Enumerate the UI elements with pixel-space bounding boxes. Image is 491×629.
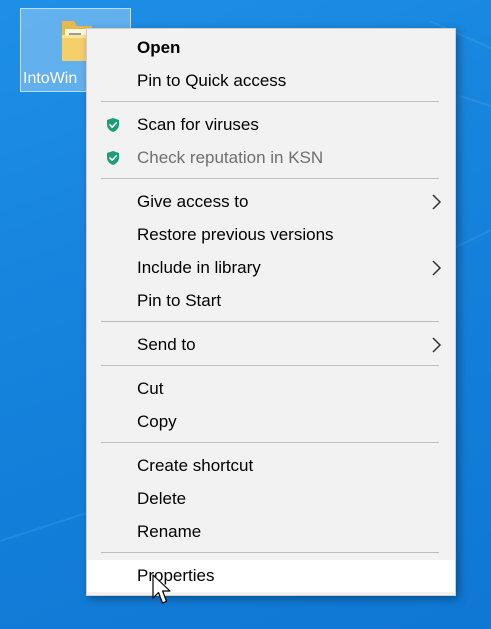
context-menu: Open Pin to Quick access Scan for viruse…	[86, 28, 456, 596]
mouse-pointer-icon	[152, 574, 171, 604]
menu-separator	[101, 101, 439, 102]
menu-item-label: Restore previous versions	[137, 225, 334, 244]
menu-item-send-to[interactable]: Send to	[87, 329, 455, 361]
menu-separator	[101, 321, 439, 322]
menu-item-properties[interactable]: Properties	[87, 560, 455, 592]
menu-item-scan-for-viruses[interactable]: Scan for viruses	[87, 109, 455, 141]
menu-item-check-reputation-in-ksn[interactable]: Check reputation in KSN	[87, 142, 455, 174]
menu-item-label: Give access to	[137, 192, 249, 211]
menu-item-create-shortcut[interactable]: Create shortcut	[87, 450, 455, 482]
chevron-right-icon	[432, 260, 442, 276]
chevron-right-icon	[432, 337, 442, 353]
menu-item-label: Include in library	[137, 258, 261, 277]
menu-item-label: Delete	[137, 489, 187, 508]
desktop-background[interactable]: IntoWin Open Pin to Quick access Scan fo…	[0, 0, 491, 629]
menu-item-label: Open	[137, 38, 181, 57]
menu-item-label: Pin to Quick access	[137, 71, 287, 90]
menu-item-rename[interactable]: Rename	[87, 516, 455, 548]
menu-item-label: Pin to Start	[137, 291, 222, 310]
menu-item-open[interactable]: Open	[87, 32, 455, 64]
menu-separator	[101, 442, 439, 443]
menu-item-pin-to-start[interactable]: Pin to Start	[87, 285, 455, 317]
menu-item-label: Properties	[137, 566, 215, 585]
menu-item-label: Cut	[137, 379, 164, 398]
menu-item-restore-previous-versions[interactable]: Restore previous versions	[87, 219, 455, 251]
wallpaper-light-ray	[459, 95, 491, 134]
menu-item-label: Scan for viruses	[137, 115, 259, 134]
menu-item-pin-to-quick-access[interactable]: Pin to Quick access	[87, 65, 455, 97]
menu-item-copy[interactable]: Copy	[87, 406, 455, 438]
menu-item-delete[interactable]: Delete	[87, 483, 455, 515]
kaspersky-shield-icon	[107, 118, 119, 132]
menu-separator	[101, 552, 439, 553]
menu-separator	[101, 365, 439, 366]
menu-item-label: Send to	[137, 335, 196, 354]
menu-item-include-in-library[interactable]: Include in library	[87, 252, 455, 284]
menu-item-label: Create shortcut	[137, 456, 254, 475]
menu-item-label: Check reputation in KSN	[137, 148, 324, 167]
menu-item-cut[interactable]: Cut	[87, 373, 455, 405]
menu-item-label: Copy	[137, 412, 177, 431]
menu-separator	[101, 178, 439, 179]
menu-item-give-access-to[interactable]: Give access to	[87, 186, 455, 218]
kaspersky-shield-icon	[107, 151, 119, 165]
menu-item-label: Rename	[137, 522, 202, 541]
chevron-right-icon	[432, 194, 442, 210]
